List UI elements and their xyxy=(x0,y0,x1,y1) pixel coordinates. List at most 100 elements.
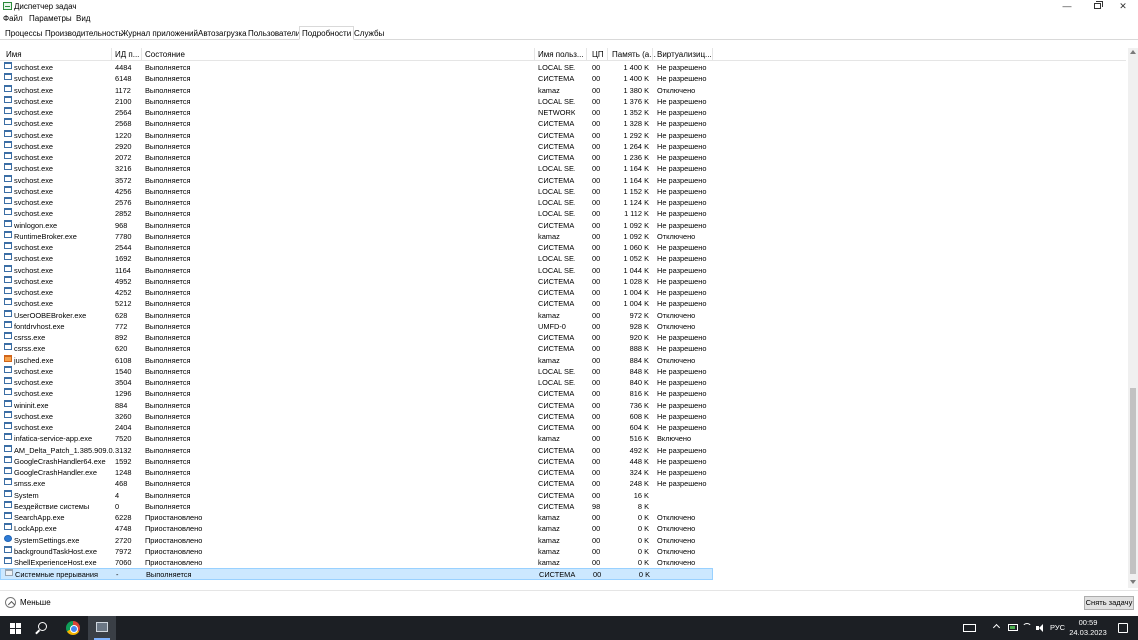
close-button[interactable]: ✕ xyxy=(1108,0,1138,13)
process-row[interactable]: backgroundTaskHost.exe 7972 Приостановлено… xyxy=(0,545,713,557)
process-row[interactable]: svchost.exe 4252 Выполняется СИСТЕМА 00 1 004… xyxy=(0,287,713,298)
process-row[interactable]: RuntimeBroker.exe 7780 Выполняется kamaz 00 1… xyxy=(0,230,713,242)
process-row[interactable]: svchost.exe 2404 Выполняется СИСТЕМА 00 604 K… xyxy=(0,422,713,433)
menu-options[interactable]: Параметры xyxy=(29,14,72,23)
volume-icon[interactable] xyxy=(1036,624,1045,632)
process-pid: 4748 xyxy=(115,524,132,534)
process-row[interactable]: fontdrvhost.exe 772 Выполняется UMFD-0 00 928… xyxy=(0,320,713,332)
column-divider[interactable] xyxy=(712,48,713,60)
process-row[interactable]: csrss.exe 892 Выполняется СИСТЕМА 00 920 K Не … xyxy=(0,332,713,343)
process-row[interactable]: svchost.exe 3504 Выполняется LOCAL SE... 00 8… xyxy=(0,377,713,388)
process-cpu: 00 xyxy=(592,378,601,387)
process-row[interactable]: svchost.exe 1164 Выполняется LOCAL SE... 00 1… xyxy=(0,264,713,276)
scroll-thumb[interactable] xyxy=(1130,388,1136,574)
fewer-details-link[interactable]: Меньше xyxy=(20,598,51,607)
process-row[interactable]: svchost.exe 2100 Выполняется LOCAL SE... 00 1… xyxy=(0,95,713,107)
column-state[interactable]: Состояние xyxy=(145,50,185,59)
process-row[interactable]: LockApp.exe 4748 Приостановлено kamaz 00 0 K О… xyxy=(0,523,713,534)
end-task-button[interactable]: Снять задачу xyxy=(1084,596,1134,610)
column-divider[interactable] xyxy=(607,48,608,60)
process-row[interactable]: svchost.exe 6148 Выполняется СИСТЕМА 00 1 400… xyxy=(0,73,713,84)
process-row[interactable]: svchost.exe 3260 Выполняется СИСТЕМА 00 608 K… xyxy=(0,410,713,422)
process-row[interactable]: jusched.exe 6108 Выполняется kamaz 00 884 K От… xyxy=(0,354,713,366)
process-row[interactable]: winlogon.exe 968 Выполняется СИСТЕМА 00 1 092… xyxy=(0,219,713,231)
column-user[interactable]: Имя польз... xyxy=(538,50,584,59)
tab-services[interactable]: Службы xyxy=(352,28,386,40)
column-memory[interactable]: Память (а... xyxy=(612,50,656,59)
process-row[interactable]: svchost.exe 2920 Выполняется СИСТЕМА 00 1 264… xyxy=(0,140,713,152)
column-name[interactable]: Имя xyxy=(6,50,22,59)
process-row[interactable]: AM_Delta_Patch_1.385.909.0... 3132 Выполня… xyxy=(0,444,713,456)
tab-app-history[interactable]: Журнал приложений xyxy=(119,28,200,40)
process-row[interactable]: svchost.exe 2544 Выполняется СИСТЕМА 00 1 060… xyxy=(0,242,713,253)
chrome-icon[interactable] xyxy=(66,621,80,635)
network-icon[interactable] xyxy=(1022,623,1032,633)
tab-details[interactable]: Подробности xyxy=(299,26,355,40)
battery-icon[interactable] xyxy=(1008,624,1018,631)
process-row[interactable]: smss.exe 468 Выполняется СИСТЕМА 00 248 K Не р… xyxy=(0,478,713,489)
windows-start-icon[interactable] xyxy=(10,623,21,634)
process-row[interactable]: svchost.exe 2072 Выполняется СИСТЕМА 00 1 236… xyxy=(0,152,713,163)
vertical-scrollbar[interactable] xyxy=(1128,48,1138,588)
scroll-up-icon[interactable] xyxy=(1130,50,1136,54)
process-name: svchost.exe xyxy=(14,175,54,185)
process-row[interactable]: svchost.exe 1540 Выполняется LOCAL SE... 00 8… xyxy=(0,365,713,377)
process-row[interactable]: UserOOBEBroker.exe 628 Выполняется kamaz 00 9… xyxy=(0,309,713,321)
tab-processes[interactable]: Процессы xyxy=(3,28,44,40)
search-icon[interactable] xyxy=(38,622,47,631)
process-row[interactable]: infatica-service-app.exe 7520 Выполняется k… xyxy=(0,433,713,444)
language-indicator[interactable]: РУС xyxy=(1050,623,1065,632)
chevron-up-icon[interactable] xyxy=(992,623,1001,632)
process-row[interactable]: svchost.exe 1220 Выполняется СИСТЕМА 00 1 292… xyxy=(0,129,713,141)
process-row[interactable]: svchost.exe 2568 Выполняется СИСТЕМА 00 1 328… xyxy=(0,118,713,129)
process-row[interactable]: svchost.exe 4952 Выполняется СИСТЕМА 00 1 028… xyxy=(0,275,713,287)
tab-performance[interactable]: Производительность xyxy=(43,28,125,40)
taskbar-task-manager[interactable] xyxy=(88,616,116,640)
process-row[interactable]: Бездействие системы 0 Выполняется СИСТЕМА 98… xyxy=(0,500,713,512)
minimize-button[interactable]: — xyxy=(1052,0,1082,13)
process-row[interactable]: svchost.exe 2852 Выполняется LOCAL SE... 00 1… xyxy=(0,208,713,219)
column-divider[interactable] xyxy=(534,48,535,60)
process-row[interactable]: GoogleCrashHandler64.exe 1592 Выполняется С… xyxy=(0,455,713,467)
process-row[interactable]: svchost.exe 1296 Выполняется СИСТЕМА 00 816 K… xyxy=(0,388,713,399)
touch-keyboard-icon[interactable] xyxy=(963,624,976,632)
column-divider[interactable] xyxy=(141,48,142,60)
column-divider[interactable] xyxy=(652,48,653,60)
process-row[interactable]: SearchApp.exe 6228 Приостановлено kamaz 00 0 … xyxy=(0,512,713,523)
process-row[interactable]: svchost.exe 4484 Выполняется LOCAL SE... 00 1… xyxy=(0,62,713,73)
process-row[interactable]: svchost.exe 2576 Выполняется LOCAL SE... 00 1… xyxy=(0,197,713,208)
column-virtualization[interactable]: Виртуализиц... xyxy=(657,50,712,59)
process-row[interactable]: svchost.exe 1172 Выполняется kamaz 00 1 380 K… xyxy=(0,84,713,96)
process-row[interactable]: svchost.exe 4256 Выполняется LOCAL SE... 00 1… xyxy=(0,185,713,197)
menu-file[interactable]: Файл xyxy=(3,14,23,23)
process-row[interactable]: svchost.exe 5212 Выполняется СИСТЕМА 00 1 004… xyxy=(0,298,713,309)
process-row[interactable]: wininit.exe 884 Выполняется СИСТЕМА 00 736 K Н… xyxy=(0,399,713,411)
tab-startup[interactable]: Автозагрузка xyxy=(196,28,249,40)
process-user: kamaz xyxy=(538,355,560,365)
menu-view[interactable]: Вид xyxy=(76,14,90,23)
process-icon xyxy=(4,197,12,204)
process-row[interactable]: SystemSettings.exe 2720 Приостановлено kama… xyxy=(0,534,713,546)
process-virtualization: Не разрешено xyxy=(657,445,707,455)
process-row[interactable]: svchost.exe 1692 Выполняется LOCAL SE... 00 1… xyxy=(0,253,713,264)
process-row[interactable]: Системные прерывания - Выполняется СИСТЕМА 0… xyxy=(0,568,713,580)
chevron-up-icon[interactable] xyxy=(5,597,16,608)
notifications-icon[interactable] xyxy=(1118,623,1128,633)
process-row[interactable]: System 4 Выполняется СИСТЕМА 00 16 K xyxy=(0,489,713,501)
settings-gear-icon xyxy=(4,534,12,542)
tab-users[interactable]: Пользователи xyxy=(246,28,302,40)
clock[interactable]: 00:59 24.03.2023 xyxy=(1068,618,1108,638)
process-row[interactable]: csrss.exe 620 Выполняется СИСТЕМА 00 888 K Не … xyxy=(0,343,713,354)
process-user: СИСТЕМА xyxy=(538,490,575,500)
scroll-down-icon[interactable] xyxy=(1130,580,1136,584)
process-row[interactable]: svchost.exe 2564 Выполняется NETWORK... 00 1 … xyxy=(0,107,713,118)
column-divider[interactable] xyxy=(586,48,587,60)
process-row[interactable]: svchost.exe 3216 Выполняется LOCAL SE... 00 1… xyxy=(0,163,713,174)
column-pid[interactable]: ИД п... xyxy=(115,50,139,59)
column-divider[interactable] xyxy=(111,48,112,60)
column-cpu[interactable]: ЦП xyxy=(592,50,604,59)
process-row[interactable]: svchost.exe 3572 Выполняется СИСТЕМА 00 1 164… xyxy=(0,174,713,186)
process-row[interactable]: ShellExperienceHost.exe 7060 Приостановлен… xyxy=(0,557,713,568)
process-row[interactable]: GoogleCrashHandler.exe 1248 Выполняется СИС… xyxy=(0,467,713,478)
process-user: kamaz xyxy=(538,558,560,567)
